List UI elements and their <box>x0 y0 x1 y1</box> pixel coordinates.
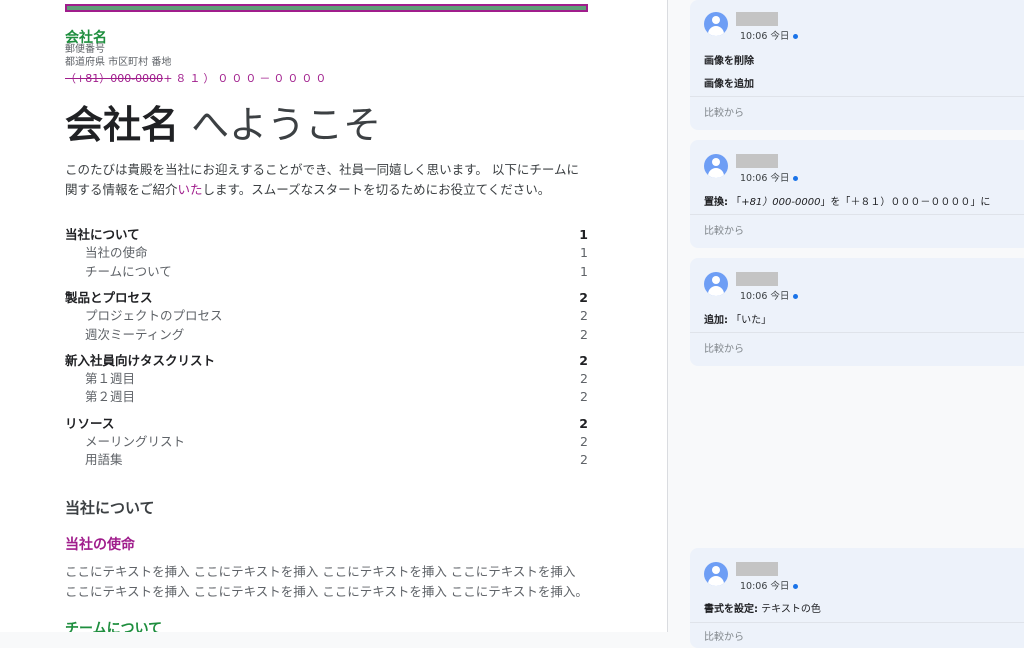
toc-entry-label[interactable]: プロジェクトのプロセス <box>85 307 223 325</box>
online-dot-icon <box>793 34 799 39</box>
avatar <box>704 272 728 296</box>
toc-entry-label[interactable]: 当社について <box>65 226 140 244</box>
author-name-redacted <box>736 272 778 286</box>
online-dot-icon <box>793 176 799 181</box>
toc-subheading-row[interactable]: プロジェクトのプロセス 2 <box>65 307 588 325</box>
toc-entry-label[interactable]: 用語集 <box>85 451 123 469</box>
panel-divider <box>667 0 668 632</box>
toc-subheading-row[interactable]: 第１週目 2 <box>65 370 588 388</box>
toc-page-number: 2 <box>580 452 588 468</box>
compare-link[interactable]: 比較から <box>704 222 744 237</box>
phone-number: （+81）000-0000+８１）０００－００００ <box>65 72 329 85</box>
suggestion-action: 画像を追加 <box>704 79 754 90</box>
intro-paragraph: このたびは貴殿を当社にお迎えすることができ、社員一同嬉しく思います。 以下にチー… <box>65 160 590 200</box>
avatar <box>704 12 728 36</box>
toc-page-number: 2 <box>580 434 588 449</box>
intro-text-after: します。スムーズなスタートを切るためにお役立てください。 <box>202 182 551 197</box>
suggestion-action: 書式を設定: テキストの色 <box>704 604 821 615</box>
compare-link[interactable]: 比較から <box>704 628 744 643</box>
toc-page-number: 2 <box>580 308 588 324</box>
toc-page-number: 2 <box>579 352 588 368</box>
suggestion-action: 置換: 「+81）000-0000」を「＋８１）０００－００００」に <box>704 197 991 208</box>
author-name-redacted <box>736 154 778 168</box>
toc-page-number: 2 <box>580 326 588 342</box>
address: 都道府県 市区町村 番地 <box>65 57 172 68</box>
page-title: 会社名 へようこそ <box>65 102 381 148</box>
toc-entry-label[interactable]: チームについて <box>85 263 172 281</box>
card-divider <box>690 96 1024 97</box>
card-divider <box>690 332 1024 333</box>
toc-entry-label[interactable]: 製品とプロセス <box>65 289 153 307</box>
toc-page-number: 2 <box>579 289 588 305</box>
author-name-redacted <box>736 12 778 26</box>
toc-subheading-row[interactable]: チームについて 1 <box>65 263 588 281</box>
online-dot-icon <box>793 584 799 589</box>
toc-subheading-row[interactable]: 用語集 2 <box>65 451 588 469</box>
page-title-rest: へようこそ <box>179 103 382 147</box>
document-page[interactable]: 会社名 郵便番号 都道府県 市区町村 番地 （+81）000-0000+８１）０… <box>0 0 668 632</box>
suggestion-timestamp: 10:06 今日 <box>740 288 799 302</box>
toc-entry-label[interactable]: リソース <box>65 415 114 433</box>
suggestion-action: 画像を削除 <box>704 56 754 67</box>
suggestion-card[interactable]: 10:06 今日 画像を削除 画像を追加 比較から <box>690 0 1024 130</box>
toc-page-number: 2 <box>579 415 588 431</box>
toc-entry-label[interactable]: メーリングリスト <box>85 433 185 451</box>
toc-entry-label[interactable]: 第２週目 <box>85 388 135 406</box>
header-banner-image[interactable] <box>65 4 588 12</box>
online-dot-icon <box>793 294 799 299</box>
suggestion-action: 追加: 「いた」 <box>704 315 772 326</box>
card-divider <box>690 622 1024 623</box>
toc-entry-label[interactable]: 当社の使命 <box>85 244 148 262</box>
suggestion-timestamp: 10:06 今日 <box>740 170 799 184</box>
compare-link[interactable]: 比較から <box>704 340 744 355</box>
suggestion-timestamp: 10:06 今日 <box>740 578 799 592</box>
toc-heading-row[interactable]: 当社について 1 <box>65 226 588 244</box>
phone-inserted-text: +８１）０００－００００ <box>163 72 330 85</box>
toc-page-number: 2 <box>580 371 588 387</box>
avatar <box>704 562 728 586</box>
section-heading-team: チームについて <box>65 621 163 632</box>
toc-entry-label[interactable]: 第１週目 <box>85 370 135 388</box>
suggestion-card[interactable]: 10:06 今日 書式を設定: テキストの色 比較から <box>690 548 1024 648</box>
card-divider <box>690 214 1024 215</box>
postal-code: 郵便番号 <box>65 44 105 55</box>
toc-entry-label[interactable]: 週次ミーティング <box>85 326 184 344</box>
author-name-redacted <box>736 562 778 576</box>
avatar <box>704 154 728 178</box>
toc-page-number: 1 <box>579 227 588 242</box>
toc-subheading-row[interactable]: 週次ミーティング 2 <box>65 326 588 344</box>
toc-page-number: 1 <box>580 263 588 279</box>
toc-entry-label[interactable]: 新入社員向けタスクリスト <box>65 352 215 370</box>
page-title-company: 会社名 <box>65 103 180 147</box>
section-heading-about: 当社について <box>65 499 155 517</box>
toc-heading-row[interactable]: リソース 2 <box>65 415 588 433</box>
toc-subheading-row[interactable]: 当社の使命 1 <box>65 244 588 262</box>
toc-heading-row[interactable]: 新入社員向けタスクリスト 2 <box>65 352 588 370</box>
toc-heading-row[interactable]: 製品とプロセス 2 <box>65 289 588 307</box>
compare-link[interactable]: 比較から <box>704 104 744 119</box>
suggestion-card[interactable]: 10:06 今日 追加: 「いた」 比較から <box>690 258 1024 366</box>
phone-deleted-text: （+81）000-0000 <box>65 72 164 85</box>
mission-paragraph: ここにテキストを挿入 ここにテキストを挿入 ここにテキストを挿入 ここにテキスト… <box>65 564 588 599</box>
suggestion-card[interactable]: 10:06 今日 置換: 「+81）000-0000」を「＋８１）０００－０００… <box>690 140 1024 248</box>
suggestion-timestamp: 10:06 今日 <box>740 28 799 42</box>
toc-subheading-row[interactable]: メーリングリスト 2 <box>65 433 588 451</box>
section-heading-mission: 当社の使命 <box>65 537 135 553</box>
toc-page-number: 2 <box>580 389 588 405</box>
toc-subheading-row[interactable]: 第２週目 2 <box>65 388 588 406</box>
toc-page-number: 1 <box>580 245 588 261</box>
intro-inserted-text: いた <box>177 182 203 197</box>
